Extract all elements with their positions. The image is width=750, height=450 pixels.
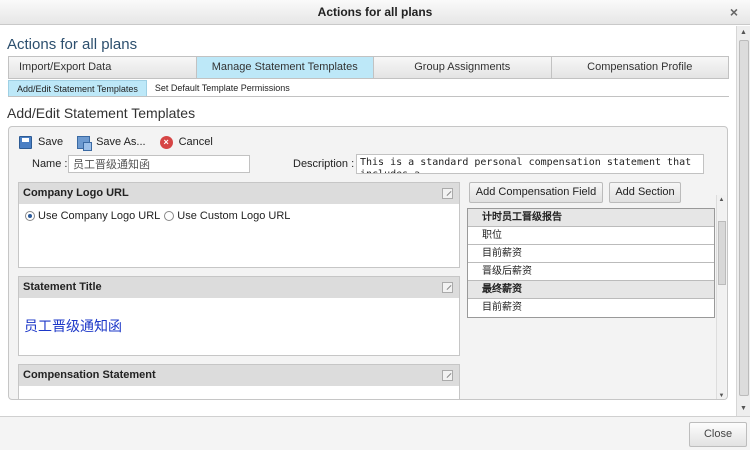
- close-button[interactable]: Close: [689, 422, 747, 447]
- subtab-default-permissions[interactable]: Set Default Template Permissions: [147, 80, 298, 96]
- scroll-down-icon[interactable]: ▼: [717, 391, 726, 399]
- dialog-scrollbar[interactable]: ▲ ▼: [736, 26, 750, 416]
- statement-title-header: Statement Title: [19, 277, 459, 298]
- edit-icon[interactable]: [442, 370, 453, 381]
- compensation-statement-title: Compensation Statement: [23, 369, 156, 381]
- compensation-statement-box: Compensation Statement: [18, 364, 460, 399]
- save-button[interactable]: Save: [19, 135, 64, 149]
- list-item[interactable]: 晋级后薪资: [468, 263, 714, 281]
- main-tabs: Import/Export Data Manage Statement Temp…: [8, 56, 729, 79]
- cancel-icon: ×: [159, 135, 173, 149]
- statement-title-box: Statement Title 员工晋级通知函: [18, 276, 460, 356]
- save-label: Save: [38, 136, 64, 148]
- section-title: Add/Edit Statement Templates: [7, 105, 196, 121]
- tab-group-assignments[interactable]: Group Assignments: [374, 57, 552, 78]
- list-item[interactable]: 目前薪资: [468, 299, 714, 317]
- scroll-thumb[interactable]: [718, 221, 726, 285]
- scroll-down-icon[interactable]: ▼: [737, 403, 750, 415]
- statement-title-label: Statement Title: [23, 281, 102, 293]
- custom-logo-option-label: Use Custom Logo URL: [177, 210, 291, 222]
- description-field[interactable]: This is a standard personal compensation…: [356, 154, 704, 174]
- list-item[interactable]: 职位: [468, 227, 714, 245]
- scroll-up-icon[interactable]: ▲: [717, 195, 726, 205]
- tab-manage-statement-templates[interactable]: Manage Statement Templates: [196, 57, 374, 78]
- name-field[interactable]: [68, 155, 250, 173]
- compensation-statement-header: Compensation Statement: [19, 365, 459, 386]
- dialog-footer: Close: [0, 416, 750, 450]
- tab-import-export[interactable]: Import/Export Data: [9, 57, 197, 78]
- close-icon[interactable]: ×: [728, 5, 740, 19]
- edit-icon[interactable]: [442, 188, 453, 199]
- field-list-scrollbar[interactable]: ▲ ▼: [716, 195, 726, 399]
- scroll-up-icon[interactable]: ▲: [737, 27, 750, 39]
- company-logo-box: Company Logo URL Use Company Logo URL Us…: [18, 182, 460, 268]
- list-item[interactable]: 目前薪资: [468, 245, 714, 263]
- add-section-button[interactable]: Add Section: [609, 182, 681, 203]
- cancel-button[interactable]: × Cancel: [159, 135, 213, 149]
- page-title: Actions for all plans: [7, 36, 138, 53]
- logo-options: Use Company Logo URL Use Custom Logo URL: [19, 204, 459, 228]
- dialog-title: Actions for all plans: [317, 5, 433, 19]
- tab-compensation-profile[interactable]: Compensation Profile: [551, 57, 728, 78]
- company-logo-radio[interactable]: [25, 211, 35, 221]
- company-logo-header: Company Logo URL: [19, 183, 459, 204]
- subtab-add-edit-templates[interactable]: Add/Edit Statement Templates: [8, 80, 147, 96]
- company-logo-title: Company Logo URL: [23, 187, 129, 199]
- save-as-button[interactable]: Save As...: [77, 135, 146, 151]
- dialog-titlebar: Actions for all plans ×: [0, 0, 750, 25]
- cancel-label: Cancel: [178, 136, 213, 148]
- name-description-row: Name : Description : This is a standard …: [9, 153, 727, 175]
- save-as-label: Save As...: [96, 136, 146, 148]
- edit-icon[interactable]: [442, 282, 453, 293]
- save-icon: [19, 135, 32, 149]
- scroll-thumb[interactable]: [739, 40, 749, 396]
- field-list: 计时员工晋级报告 职位 目前薪资 晋级后薪资 最终薪资 目前薪资: [467, 208, 715, 318]
- name-label: Name :: [32, 158, 68, 170]
- template-editor-panel: Save Save As... × Cancel Name : Descript…: [8, 126, 728, 400]
- list-item[interactable]: 最终薪资: [468, 281, 714, 299]
- description-label: Description :: [293, 158, 355, 170]
- statement-title-value: 员工晋级通知函: [24, 319, 122, 335]
- save-as-icon: [77, 135, 93, 151]
- sub-tabs: Add/Edit Statement Templates Set Default…: [8, 80, 729, 97]
- add-compensation-field-button[interactable]: Add Compensation Field: [469, 182, 603, 203]
- company-logo-option-label: Use Company Logo URL: [38, 210, 161, 222]
- custom-logo-radio[interactable]: [164, 211, 175, 221]
- editor-toolbar: Save Save As... × Cancel: [19, 134, 227, 151]
- dialog-content: Actions for all plans Import/Export Data…: [0, 26, 736, 416]
- list-item[interactable]: 计时员工晋级报告: [468, 209, 714, 227]
